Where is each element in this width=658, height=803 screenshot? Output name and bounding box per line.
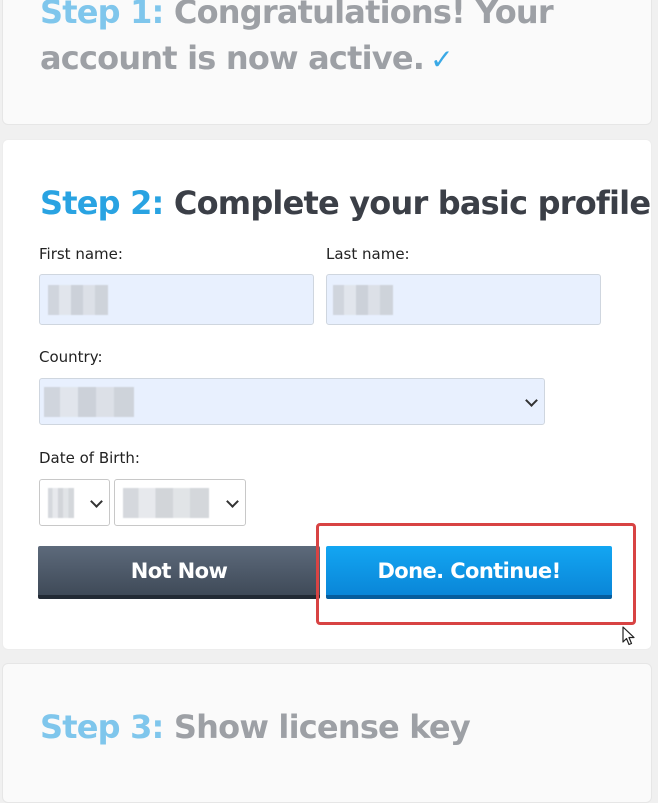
first-name-input[interactable]	[39, 274, 314, 325]
dob-day-select[interactable]	[39, 479, 110, 526]
redacted-value	[123, 488, 209, 518]
step3-title: Step 3: Show license key	[40, 704, 471, 750]
redacted-value	[333, 285, 393, 315]
step2-number: Step 2:	[40, 184, 164, 222]
step1-title: Step 1: Congratulations! Your account is…	[40, 0, 554, 83]
chevron-down-icon	[226, 495, 239, 508]
not-now-button[interactable]: Not Now	[38, 546, 320, 599]
last-name-label: Last name:	[326, 245, 410, 263]
country-label: Country:	[39, 348, 103, 366]
highlight-box	[316, 523, 636, 625]
step1-number: Step 1:	[40, 0, 164, 31]
check-icon: ✓	[430, 43, 453, 76]
step2-text: Complete your basic profile	[173, 184, 651, 222]
mouse-cursor-icon	[622, 626, 635, 646]
step3-text: Show license key	[173, 708, 471, 746]
dob-month-select[interactable]	[114, 479, 246, 526]
dob-label: Date of Birth:	[39, 449, 140, 467]
redacted-value	[44, 387, 134, 417]
step3-number: Step 3:	[40, 708, 164, 746]
step3-card: Step 3: Show license key	[2, 663, 652, 803]
redacted-value	[48, 285, 108, 315]
first-name-label: First name:	[39, 245, 123, 263]
step2-title: Step 2: Complete your basic profile	[40, 180, 651, 226]
redacted-value	[48, 488, 74, 518]
country-select[interactable]	[39, 378, 545, 425]
chevron-down-icon	[90, 495, 103, 508]
step1-text-line1: Congratulations! Your	[173, 0, 554, 31]
step1-card: Step 1: Congratulations! Your account is…	[2, 0, 652, 125]
last-name-input[interactable]	[326, 274, 601, 325]
chevron-down-icon	[525, 394, 538, 407]
step1-text-line2: account is now active.	[40, 39, 425, 77]
